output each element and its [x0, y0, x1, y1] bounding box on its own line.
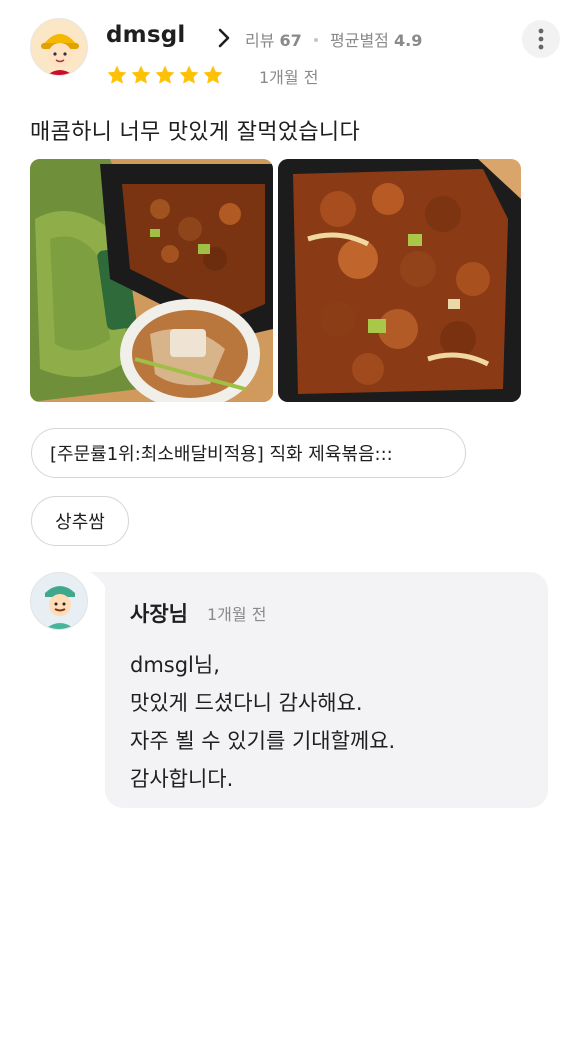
chevron-right-icon[interactable]: [217, 27, 231, 49]
star-icon: [179, 65, 199, 84]
review-count-label: 리뷰: [245, 31, 275, 50]
reply-line: 감사합니다.: [130, 767, 234, 791]
reviewer-nickname[interactable]: dmsgl: [106, 22, 185, 48]
more-button[interactable]: [522, 20, 560, 58]
reply-date: 1개월 전: [207, 605, 267, 624]
food-photo-2[interactable]: [278, 159, 521, 402]
star-icon: [155, 65, 175, 84]
star-icon: [203, 65, 223, 84]
reply-text: dmsgl님, 맛있게 드셨다니 감사해요. 자주 뵐 수 있기를 기대할께요.…: [130, 646, 395, 798]
reply-line: dmsgl님,: [130, 653, 220, 677]
rating-avg-label: 평균별점: [330, 31, 389, 50]
separator-dot: [313, 38, 318, 42]
owner-avatar: [30, 572, 88, 630]
reviewer-stats: 리뷰 67 평균별점 4.9: [245, 27, 422, 51]
menu-tag-chip[interactable]: [주문률1위:최소배달비적용] 직화 제육볶음:::: [31, 428, 466, 478]
review-header: dmsgl 리뷰 67 평균별점 4.9 1개월 전: [30, 18, 560, 87]
reply-bubble-tail: [90, 572, 106, 588]
reply-line: 자주 뵐 수 있기를 기대할께요.: [130, 729, 396, 753]
review-card: dmsgl 리뷰 67 평균별점 4.9 1개월 전 매콤하니 너무 맛있게 잘…: [0, 0, 580, 1056]
food-photo-1[interactable]: [30, 159, 273, 402]
rating-avg: 4.9: [393, 31, 423, 50]
reply-line: 맛있게 드셨다니 감사해요.: [130, 691, 363, 715]
menu-tag-chip[interactable]: 상추쌈: [31, 496, 129, 546]
review-photos: [30, 159, 521, 402]
star-icon: [131, 65, 151, 84]
review-text: 매콤하니 너무 맛있게 잘먹었습니다: [30, 120, 360, 145]
rating-stars: [106, 64, 224, 86]
reviewer-avatar[interactable]: [30, 18, 88, 76]
review-date: 1개월 전: [259, 68, 319, 87]
review-count: 67: [279, 31, 302, 50]
star-icon: [107, 65, 127, 84]
owner-name: 사장님: [130, 602, 188, 626]
more-vertical-icon: [538, 28, 544, 50]
